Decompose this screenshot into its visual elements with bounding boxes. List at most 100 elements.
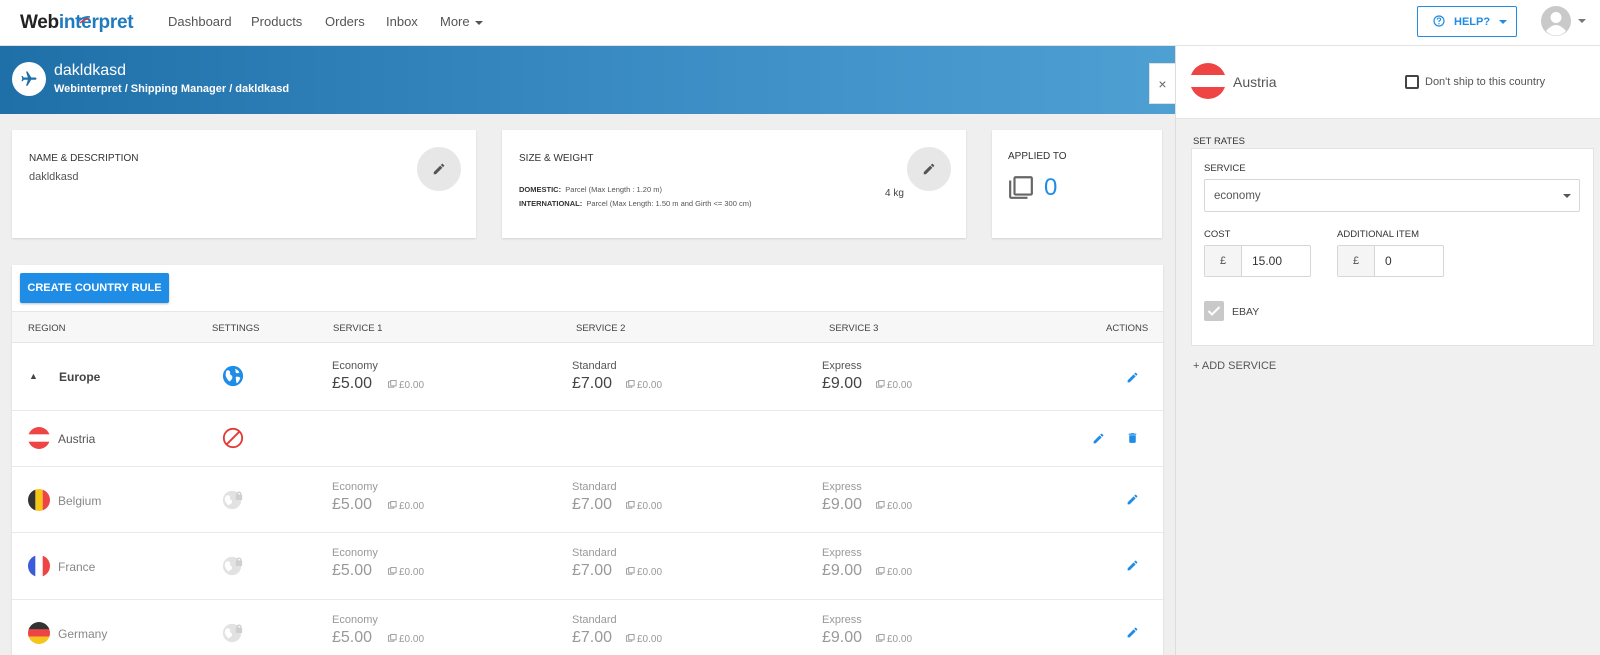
user-menu-chevron-icon[interactable] bbox=[1578, 19, 1586, 23]
region-name: Germany bbox=[58, 627, 108, 641]
service-3-additional: £0.00 bbox=[876, 634, 912, 645]
pencil-icon bbox=[433, 163, 445, 175]
austria-flag-icon bbox=[1190, 63, 1226, 99]
table-header: REGION SETTINGS SERVICE 1 SERVICE 2 SERV… bbox=[12, 311, 1163, 343]
copies-icon bbox=[876, 567, 885, 575]
service-3-price: £9.00 bbox=[822, 496, 863, 513]
name-description-value: dakldkasd bbox=[29, 171, 79, 183]
service-3-additional-price: £0.00 bbox=[887, 634, 913, 645]
help-label: HELP? bbox=[1454, 16, 1491, 28]
breadcrumb: Webinterpret / Shipping Manager / dakldk… bbox=[54, 83, 290, 95]
size-weight-card: SIZE & WEIGHT DOMESTIC: Parcel (Max Leng… bbox=[502, 130, 966, 238]
globe-lock-icon[interactable] bbox=[222, 622, 244, 644]
additional-currency: £ bbox=[1338, 246, 1375, 276]
austria-flag-icon bbox=[28, 427, 50, 449]
create-country-rule-button[interactable]: CREATE COUNTRY RULE bbox=[20, 273, 169, 303]
service-3-price: £9.00 bbox=[822, 562, 863, 579]
help-button[interactable]: HELP? bbox=[1417, 6, 1517, 37]
service-3-additional-price: £0.00 bbox=[887, 501, 913, 512]
name-description-label: NAME & DESCRIPTION bbox=[29, 153, 139, 164]
column-service-2: SERVICE 2 bbox=[576, 323, 626, 334]
service-2-name: Standard bbox=[572, 360, 617, 372]
service-field-label: SERVICE bbox=[1204, 163, 1246, 174]
service-select[interactable]: economy bbox=[1204, 179, 1580, 212]
service-2-additional: £0.00 bbox=[626, 380, 662, 391]
table-row-europe: ▲ Europe Economy £5.00 £0.00 Standard £7… bbox=[12, 343, 1163, 411]
nav-orders[interactable]: Orders bbox=[325, 14, 365, 29]
panel-header: Austria Don't ship to this country bbox=[1176, 46, 1600, 119]
globe-lock-icon[interactable] bbox=[222, 489, 244, 511]
service-2-additional-price: £0.00 bbox=[637, 634, 663, 645]
weight-value: 4 kg bbox=[885, 188, 904, 199]
additional-item-input[interactable] bbox=[1376, 246, 1439, 276]
edit-size-button[interactable] bbox=[907, 147, 951, 191]
nav-products[interactable]: Products bbox=[251, 14, 302, 29]
close-panel-button[interactable]: × bbox=[1149, 63, 1175, 104]
france-flag-icon bbox=[28, 555, 50, 577]
globe-icon[interactable] bbox=[222, 365, 244, 387]
service-2-name: Standard bbox=[572, 614, 617, 626]
top-navigation: Webinterpret Dashboard Products Orders I… bbox=[0, 0, 1600, 46]
cost-input[interactable] bbox=[1243, 246, 1306, 276]
cost-field-label: COST bbox=[1204, 229, 1231, 240]
service-1-name: Economy bbox=[332, 614, 378, 626]
size-weight-label: SIZE & WEIGHT bbox=[519, 153, 594, 164]
edit-name-button[interactable] bbox=[417, 147, 461, 191]
ebay-checkbox[interactable] bbox=[1204, 301, 1224, 321]
service-2-additional: £0.00 bbox=[626, 634, 662, 645]
copies-icon bbox=[626, 567, 635, 575]
applied-to-count[interactable]: 0 bbox=[1044, 174, 1057, 202]
shipping-badge bbox=[12, 62, 46, 96]
set-rates-heading: SET RATES bbox=[1193, 136, 1245, 147]
collapse-toggle-icon[interactable]: ▲ bbox=[29, 371, 38, 381]
belgium-flag-icon bbox=[28, 489, 50, 511]
edit-row-pencil-icon[interactable] bbox=[1126, 493, 1139, 506]
service-1-name: Economy bbox=[332, 360, 378, 372]
service-3-additional: £0.00 bbox=[876, 567, 912, 578]
service-2-additional: £0.00 bbox=[626, 567, 662, 578]
service-3-additional: £0.00 bbox=[876, 501, 912, 512]
service-1-additional-price: £0.00 bbox=[399, 501, 425, 512]
service-2-price: £7.00 bbox=[572, 375, 613, 392]
shipping-rules-table: CREATE COUNTRY RULE REGION SETTINGS SERV… bbox=[12, 265, 1163, 655]
service-2-price: £7.00 bbox=[572, 496, 613, 513]
nav-dashboard[interactable]: Dashboard bbox=[168, 14, 232, 29]
service-3-price: £9.00 bbox=[822, 375, 863, 392]
nav-more[interactable]: More bbox=[440, 14, 483, 29]
nav-inbox[interactable]: Inbox bbox=[386, 14, 418, 29]
copies-icon bbox=[388, 380, 397, 388]
webinterpret-logo[interactable]: Webinterpret bbox=[20, 12, 134, 34]
user-avatar-icon[interactable] bbox=[1540, 5, 1572, 37]
page-header: dakldkasd Webinterpret / Shipping Manage… bbox=[0, 46, 1175, 114]
service-1-additional-price: £0.00 bbox=[399, 634, 425, 645]
service-3-name: Express bbox=[822, 547, 862, 559]
delete-trash-icon[interactable] bbox=[1126, 431, 1139, 445]
column-service-1: SERVICE 1 bbox=[333, 323, 383, 334]
service-3-additional-price: £0.00 bbox=[887, 567, 913, 578]
edit-row-pencil-icon[interactable] bbox=[1126, 626, 1139, 639]
dont-ship-label[interactable]: Don't ship to this country bbox=[1425, 76, 1545, 88]
service-select-value: economy bbox=[1214, 190, 1261, 202]
service-2-additional-price: £0.00 bbox=[637, 501, 663, 512]
service-1-additional: £0.00 bbox=[388, 634, 424, 645]
region-name: Austria bbox=[58, 432, 96, 446]
dont-ship-checkbox[interactable] bbox=[1405, 75, 1419, 89]
service-1-additional: £0.00 bbox=[388, 380, 424, 391]
checkmark-icon bbox=[1207, 306, 1221, 316]
logo-swoosh-icon bbox=[77, 16, 91, 24]
add-service-link[interactable]: + ADD SERVICE bbox=[1193, 360, 1276, 372]
no-shipping-icon[interactable] bbox=[222, 427, 244, 449]
globe-lock-icon[interactable] bbox=[222, 555, 244, 577]
ebay-label[interactable]: EBAY bbox=[1232, 306, 1259, 318]
edit-row-pencil-icon[interactable] bbox=[1126, 371, 1139, 384]
service-1-name: Economy bbox=[332, 547, 378, 559]
copies-icon bbox=[876, 380, 885, 388]
cost-currency: £ bbox=[1205, 246, 1242, 276]
edit-row-pencil-icon[interactable] bbox=[1126, 559, 1139, 572]
table-row-austria: Austria bbox=[12, 411, 1163, 467]
logo-text-main: Web bbox=[20, 12, 59, 33]
edit-row-pencil-icon[interactable] bbox=[1092, 432, 1105, 445]
column-actions: ACTIONS bbox=[1106, 323, 1149, 334]
domestic-size: DOMESTIC: Parcel (Max Length : 1.20 m) bbox=[519, 185, 662, 194]
region-name: France bbox=[58, 560, 96, 574]
